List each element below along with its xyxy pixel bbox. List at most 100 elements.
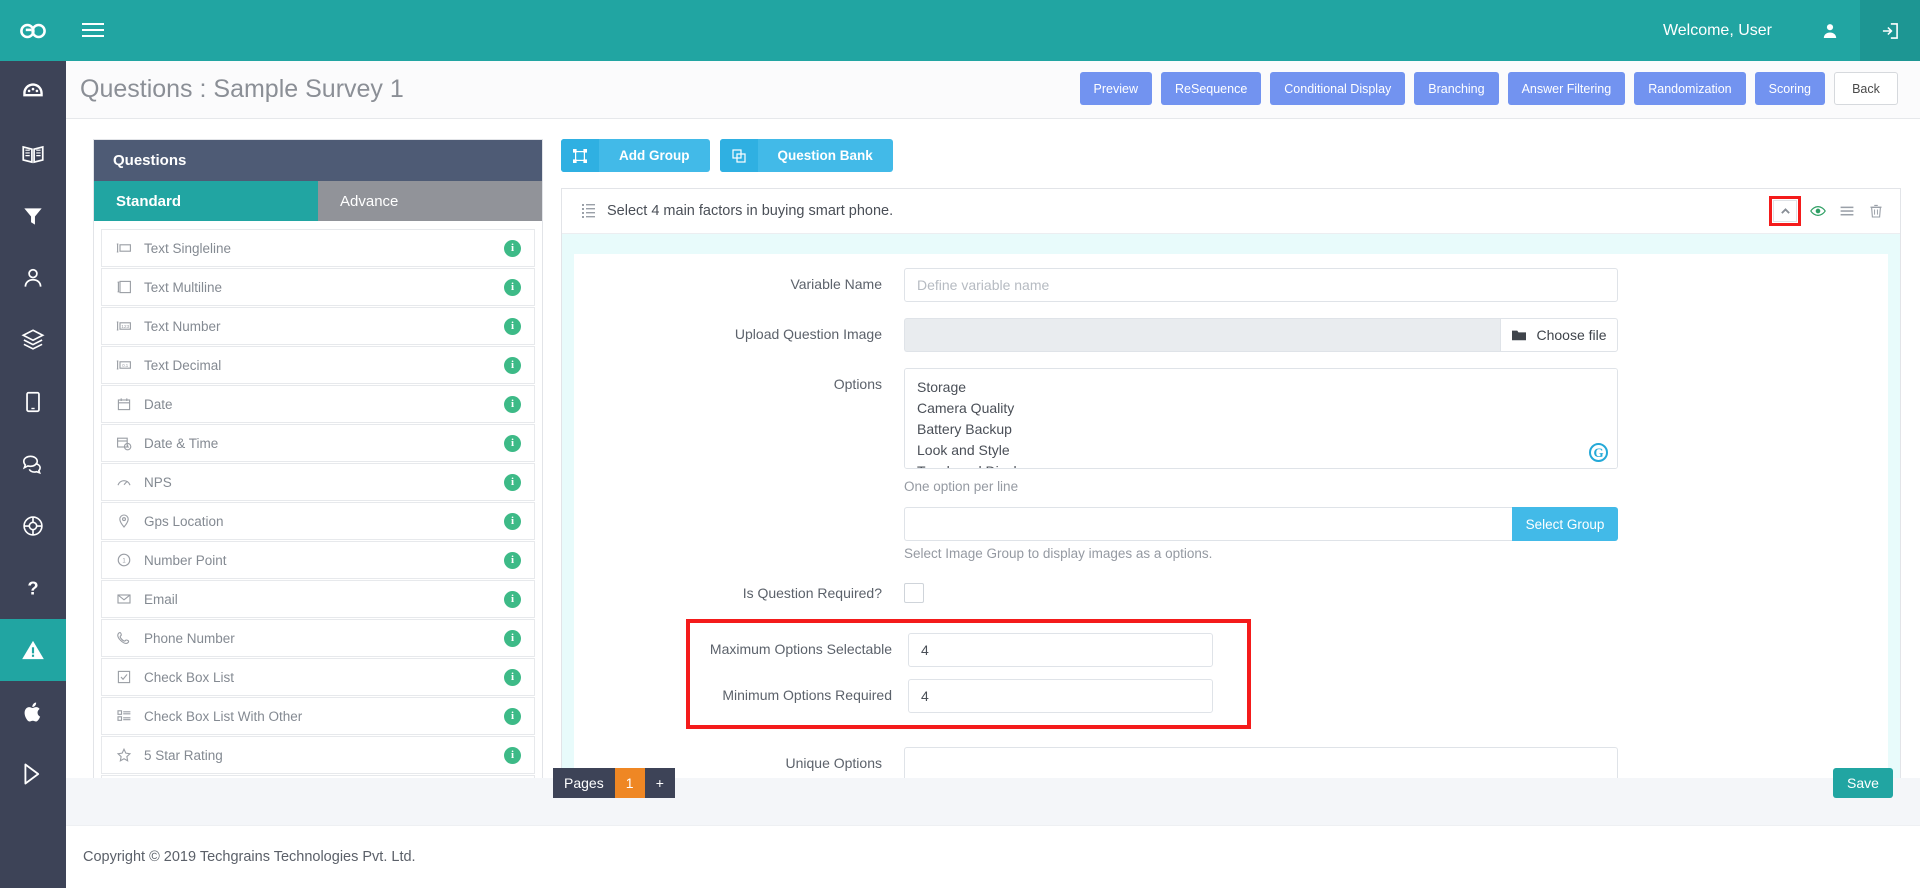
menu-toggle-button[interactable] xyxy=(82,20,104,42)
qtype-text-decimal[interactable]: 0.1 Text Decimal i xyxy=(101,346,535,384)
rail-item-dashboard[interactable] xyxy=(0,61,66,123)
info-icon[interactable]: i xyxy=(504,590,521,608)
variable-name-input[interactable] xyxy=(904,268,1618,302)
back-button[interactable]: Back xyxy=(1834,72,1898,105)
drag-handle-icon[interactable] xyxy=(582,203,596,219)
info-icon[interactable]: i xyxy=(504,278,521,296)
qtype-nps[interactable]: NPS i xyxy=(101,463,535,501)
left-icon-rail: ? xyxy=(0,0,66,888)
preview-question-button[interactable] xyxy=(1810,203,1826,219)
options-textarea[interactable]: Storage Camera Quality Battery Backup Lo… xyxy=(904,368,1618,469)
user-account-button[interactable] xyxy=(1800,0,1860,61)
rail-item-book[interactable] xyxy=(0,123,66,185)
content-toolbar: Add Group Question Bank xyxy=(561,139,1901,172)
info-icon[interactable]: i xyxy=(504,746,521,764)
question-type-list: Text Singleline i Text Multiline i 123 T… xyxy=(94,221,542,808)
rail-item-filter[interactable] xyxy=(0,185,66,247)
qtype-number-point[interactable]: 1 Number Point i xyxy=(101,541,535,579)
hamburger-icon xyxy=(82,22,104,37)
question-card-header: Select 4 main factors in buying smart ph… xyxy=(562,189,1900,234)
rail-item-android-app[interactable] xyxy=(0,743,66,805)
conditional-display-button[interactable]: Conditional Display xyxy=(1270,72,1406,105)
rail-item-chat[interactable] xyxy=(0,433,66,495)
collapse-question-button[interactable] xyxy=(1769,196,1801,226)
rail-item-tablet[interactable] xyxy=(0,371,66,433)
qtype-text-singleline[interactable]: Text Singleline i xyxy=(101,229,535,267)
max-options-row: Maximum Options Selectable xyxy=(690,633,1247,667)
rail-item-ios-app[interactable] xyxy=(0,681,66,743)
qtype-date-time[interactable]: Date & Time i xyxy=(101,424,535,462)
choose-file-button[interactable]: Choose file xyxy=(1500,318,1618,352)
rail-item-help[interactable]: ? xyxy=(0,557,66,619)
number-point-icon: 1 xyxy=(112,552,136,568)
branching-button[interactable]: Branching xyxy=(1414,72,1499,105)
welcome-message: Welcome, User xyxy=(1662,21,1772,39)
info-icon[interactable]: i xyxy=(504,239,521,257)
max-options-label: Maximum Options Selectable xyxy=(709,641,892,657)
grammarly-icon[interactable]: G xyxy=(1589,443,1608,462)
qtype-text-number[interactable]: 123 Text Number i xyxy=(101,307,535,345)
add-group-button[interactable]: Add Group xyxy=(561,139,710,172)
reorder-question-button[interactable] xyxy=(1839,203,1855,219)
resequence-button[interactable]: ReSequence xyxy=(1161,72,1262,105)
qtype-date[interactable]: Date i xyxy=(101,385,535,423)
delete-question-button[interactable] xyxy=(1868,203,1884,219)
qtype-email[interactable]: Email i xyxy=(101,580,535,618)
app-logo[interactable] xyxy=(0,0,66,61)
qtype-gps-location[interactable]: Gps Location i xyxy=(101,502,535,540)
tab-advance[interactable]: Advance xyxy=(318,181,542,221)
rail-item-layers[interactable] xyxy=(0,309,66,371)
chevron-up-icon xyxy=(1780,207,1790,214)
add-page-button[interactable]: + xyxy=(644,768,675,798)
preview-button[interactable]: Preview xyxy=(1079,72,1152,105)
eye-icon xyxy=(1810,205,1826,217)
rail-item-support[interactable] xyxy=(0,495,66,557)
info-icon[interactable]: i xyxy=(504,473,521,491)
is-required-field-wrap xyxy=(904,577,1618,603)
page-number-1[interactable]: 1 xyxy=(614,768,645,798)
add-group-label: Add Group xyxy=(619,148,690,163)
rail-item-alerts[interactable] xyxy=(0,619,66,681)
logout-button[interactable] xyxy=(1860,0,1920,61)
qtype-check-box-list[interactable]: Check Box List i xyxy=(101,658,535,696)
save-button[interactable]: Save xyxy=(1833,768,1893,798)
info-icon[interactable]: i xyxy=(504,668,521,686)
scoring-button[interactable]: Scoring xyxy=(1754,72,1825,105)
info-icon[interactable]: i xyxy=(504,395,521,413)
info-icon[interactable]: i xyxy=(504,551,521,569)
footer: Copyright © 2019 Techgrains Technologies… xyxy=(66,825,1920,888)
info-icon[interactable]: i xyxy=(504,512,521,530)
min-options-input[interactable] xyxy=(908,679,1213,713)
tab-standard[interactable]: Standard xyxy=(94,181,318,221)
qtype-5-star-rating[interactable]: 5 Star Rating i xyxy=(101,736,535,774)
is-required-checkbox[interactable] xyxy=(904,583,924,603)
svg-text:1: 1 xyxy=(122,558,126,564)
qtype-text-multiline[interactable]: Text Multiline i xyxy=(101,268,535,306)
info-icon[interactable]: i xyxy=(504,317,521,335)
question-bank-button[interactable]: Question Bank xyxy=(719,139,893,172)
info-icon[interactable]: i xyxy=(504,434,521,452)
info-icon[interactable]: i xyxy=(504,356,521,374)
options-field-wrap: Storage Camera Quality Battery Backup Lo… xyxy=(904,368,1618,561)
warning-triangle-icon xyxy=(22,640,44,660)
header-action-buttons: Preview ReSequence Conditional Display B… xyxy=(1079,72,1898,105)
info-icon[interactable]: i xyxy=(504,629,521,647)
qtype-phone-number[interactable]: Phone Number i xyxy=(101,619,535,657)
randomization-button[interactable]: Randomization xyxy=(1634,72,1746,105)
go-logo-icon xyxy=(20,23,46,38)
pages-label: Pages xyxy=(553,768,615,798)
folder-icon xyxy=(1512,330,1527,341)
question-title: Select 4 main factors in buying smart ph… xyxy=(607,203,894,219)
qtype-check-box-list-with-other[interactable]: Check Box List With Other i xyxy=(101,697,535,735)
is-required-row: Is Question Required? xyxy=(574,577,1888,603)
info-icon[interactable]: i xyxy=(504,707,521,725)
qtype-label: Check Box List With Other xyxy=(144,708,303,724)
answer-filtering-button[interactable]: Answer Filtering xyxy=(1507,72,1626,105)
max-options-input[interactable] xyxy=(908,633,1213,667)
select-group-button[interactable]: Select Group xyxy=(1512,507,1618,541)
image-group-input[interactable] xyxy=(904,507,1512,541)
rail-item-user[interactable] xyxy=(0,247,66,309)
variable-name-field-wrap xyxy=(904,268,1618,302)
page-title: Questions : Sample Survey 1 xyxy=(80,75,404,103)
calendar-clock-icon xyxy=(112,435,136,451)
